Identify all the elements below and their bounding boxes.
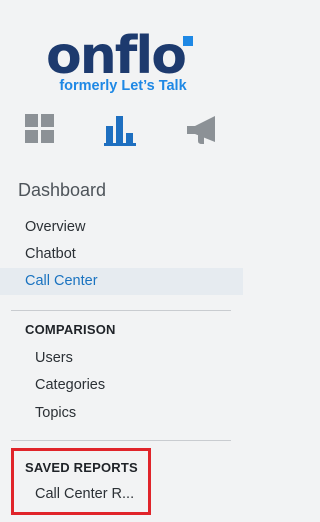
saved-reports-highlight	[11, 448, 151, 515]
sidebar: onflo formerly Let’s Talk Dashboard Over…	[0, 0, 243, 522]
grid-icon[interactable]	[25, 114, 55, 144]
logo-accent-square	[183, 36, 193, 46]
comparison-item-users[interactable]: Users	[35, 350, 73, 366]
nav-item-chatbot[interactable]: Chatbot	[0, 241, 243, 268]
nav-item-call-center[interactable]: Call Center	[0, 268, 243, 295]
saved-report-item[interactable]: Call Center R...	[35, 486, 134, 502]
comparison-item-topics[interactable]: Topics	[35, 405, 76, 421]
comparison-heading: COMPARISON	[25, 322, 116, 337]
logo-tagline: formerly Let’s Talk	[59, 78, 187, 94]
saved-reports-heading: SAVED REPORTS	[25, 460, 138, 475]
megaphone-icon[interactable]	[185, 114, 219, 146]
divider	[11, 440, 231, 441]
divider	[11, 310, 231, 311]
logo-wordmark: onflo	[46, 26, 187, 86]
dashboard-title: Dashboard	[18, 180, 107, 200]
comparison-item-categories[interactable]: Categories	[35, 377, 105, 393]
bar-chart-icon[interactable]	[104, 114, 136, 146]
nav-item-overview[interactable]: Overview	[0, 214, 243, 241]
